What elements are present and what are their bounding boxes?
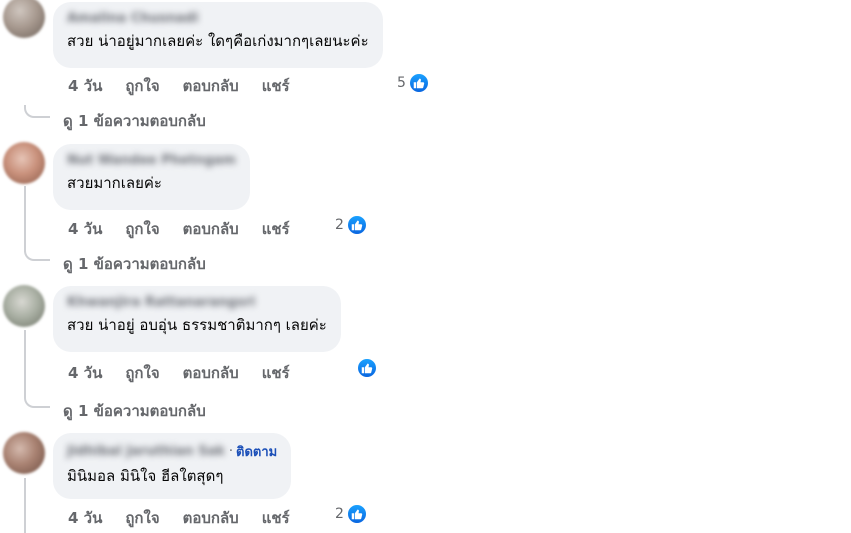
reaction-count: 2	[335, 217, 344, 233]
comment-text: สวย น่าอยู่มากเลยค่ะ ใดๆคือเก่งมากๆเลยนะ…	[67, 32, 369, 50]
view-replies-link[interactable]: ดู 1 ข้อความตอบกลับ	[63, 109, 206, 133]
comment-text: มินิมอล มินิใจ ฮีลใตสุดๆ	[67, 467, 224, 485]
avatar[interactable]	[3, 285, 45, 327]
like-thumb-icon	[345, 214, 368, 236]
comment-actions: 4 วัน ถูกใจ ตอบกลับ แชร์	[68, 506, 313, 530]
reaction-summary[interactable]: 2	[335, 503, 368, 525]
reply-thread-line	[24, 395, 50, 408]
comment-author[interactable]: Amalina Chusnadi	[67, 10, 369, 27]
like-thumb-icon	[356, 357, 378, 379]
reply-button[interactable]: ตอบกลับ	[183, 506, 239, 530]
reply-thread-line	[24, 248, 50, 261]
comment-timestamp[interactable]: 4 วัน	[68, 217, 102, 241]
separator-dot: ·	[228, 444, 234, 459]
comment-timestamp[interactable]: 4 วัน	[68, 506, 102, 530]
share-button[interactable]: แชร์	[262, 506, 290, 530]
comment-author[interactable]: Nut Wandee Phetngam	[67, 152, 236, 169]
reaction-summary[interactable]	[356, 357, 378, 379]
like-button[interactable]: ถูกใจ	[125, 217, 159, 241]
author-row: Jidhibal Jaruthian Sak · ติดตาม	[67, 441, 277, 462]
comment-bubble: Amalina Chusnadi สวย น่าอยู่มากเลยค่ะ ใด…	[53, 2, 383, 68]
reply-thread-line	[24, 105, 50, 118]
avatar[interactable]	[3, 142, 45, 184]
avatar[interactable]	[3, 432, 45, 474]
reply-button[interactable]: ตอบกลับ	[183, 361, 239, 385]
comment-timestamp[interactable]: 4 วัน	[68, 361, 102, 385]
thread-line	[24, 186, 26, 252]
share-button[interactable]: แชร์	[262, 361, 290, 385]
comment-bubble: Jidhibal Jaruthian Sak · ติดตาม มินิมอล …	[53, 433, 292, 499]
reaction-summary[interactable]: 2	[335, 214, 368, 236]
comment-author[interactable]: Jidhibal Jaruthian Sak	[67, 443, 225, 460]
comment-author[interactable]: Khwanjira Rattanarangsri	[67, 294, 327, 311]
reply-button[interactable]: ตอบกลับ	[183, 217, 239, 241]
thread-line	[24, 478, 26, 533]
thread-line	[24, 330, 26, 396]
comment-timestamp[interactable]: 4 วัน	[68, 74, 102, 98]
reply-button[interactable]: ตอบกลับ	[183, 74, 239, 98]
comment-actions: 4 วัน ถูกใจ ตอบกลับ แชร์	[68, 74, 313, 98]
like-button[interactable]: ถูกใจ	[125, 74, 159, 98]
comment-actions: 4 วัน ถูกใจ ตอบกลับ แชร์	[68, 361, 313, 385]
view-replies-link[interactable]: ดู 1 ข้อความตอบกลับ	[63, 252, 206, 276]
comment-bubble: Khwanjira Rattanarangsri สวย น่าอยู่ อบอ…	[53, 286, 341, 352]
like-button[interactable]: ถูกใจ	[125, 361, 159, 385]
share-button[interactable]: แชร์	[262, 74, 290, 98]
reaction-count: 2	[335, 506, 344, 522]
comment-text: สวยมากเลยค่ะ	[67, 174, 162, 192]
follow-button[interactable]: ติดตาม	[236, 441, 277, 462]
comment-bubble: Nut Wandee Phetngam สวยมากเลยค่ะ	[53, 144, 250, 210]
like-button[interactable]: ถูกใจ	[125, 506, 159, 530]
share-button[interactable]: แชร์	[262, 217, 290, 241]
reaction-count: 5	[397, 75, 406, 91]
like-thumb-icon	[345, 503, 368, 525]
like-thumb-icon	[407, 72, 430, 94]
comment-text: สวย น่าอยู่ อบอุ่น ธรรมชาติมากๆ เลยค่ะ	[67, 316, 327, 334]
avatar[interactable]	[3, 0, 45, 38]
comment-actions: 4 วัน ถูกใจ ตอบกลับ แชร์	[68, 217, 313, 241]
reaction-summary[interactable]: 5	[397, 72, 430, 94]
view-replies-link[interactable]: ดู 1 ข้อความตอบกลับ	[63, 399, 206, 423]
